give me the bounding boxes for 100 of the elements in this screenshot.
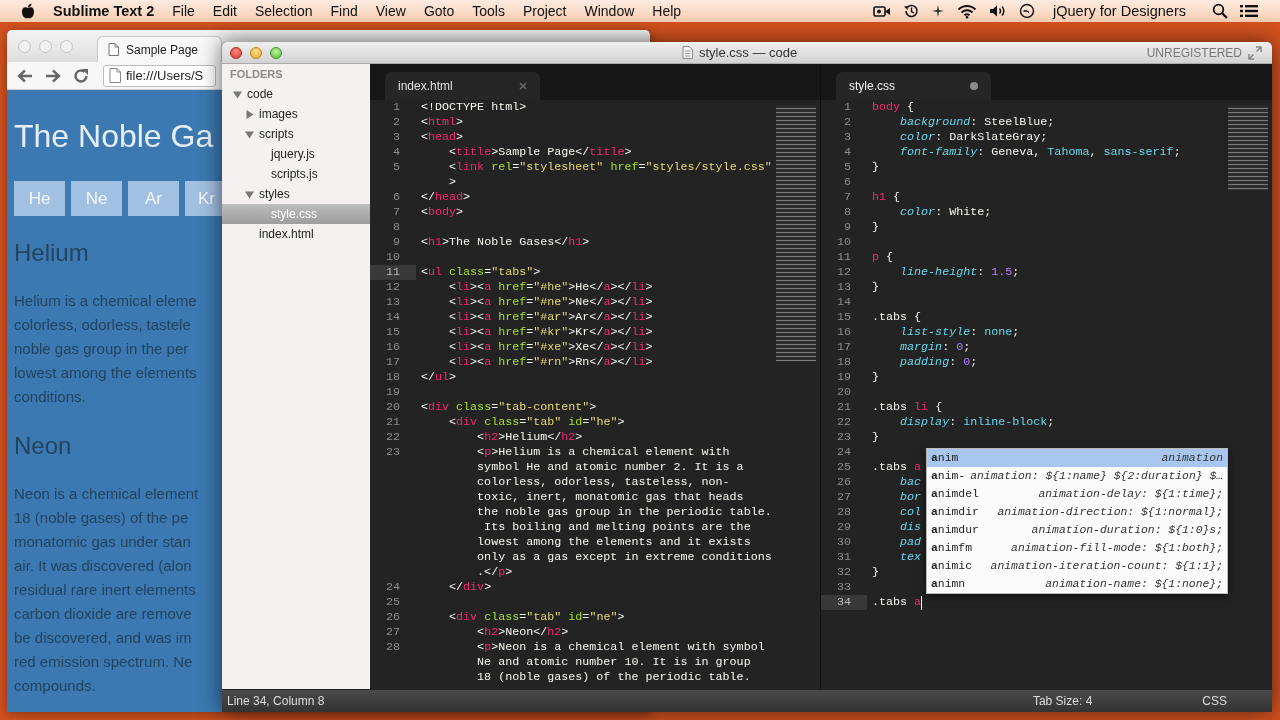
line-number: 17 [384,355,401,370]
menu-item[interactable]: Tools [472,3,505,19]
code-line: } [872,565,879,580]
code-line: </head> [421,190,471,205]
list-icon[interactable] [1240,4,1258,18]
autocomplete-item[interactable]: animfm animation-fill-mode: ${1:both}; [927,539,1227,557]
autocomplete-item[interactable]: anim- animation: ${1:name} ${2:duration} $… [927,467,1227,485]
paragraph-line: lowest among the elements [14,363,197,383]
expand-icon[interactable] [1248,45,1262,60]
disclosure-triangle-icon[interactable] [245,109,254,119]
minimize-button[interactable] [250,46,262,59]
disclosure-triangle-icon[interactable] [245,189,254,199]
code-line: 18 (noble gases) of the periodic table. [476,670,751,685]
autocomplete-item[interactable]: animdir animation-direction: ${1:normal}; [927,503,1227,521]
tree-item[interactable]: scripts.js [222,164,370,184]
search-icon[interactable] [1212,3,1228,19]
syntax-selector[interactable]: CSS [1202,694,1227,708]
line-number: 21 [384,415,401,430]
line-number: 20 [835,385,852,400]
menu-item[interactable]: Find [330,3,358,19]
app-menu[interactable]: Sublime Text 2 [53,3,155,19]
tree-item[interactable]: code [222,84,370,104]
line-number: 8 [392,220,401,235]
reload-icon[interactable] [73,67,89,84]
code-line: line-height: 1.5; [899,265,1020,280]
menu-item[interactable]: Window [584,3,635,19]
code-line: body { [872,100,915,115]
autocomplete-item[interactable]: animdel animation-delay: ${1:time}; [927,485,1227,503]
menu-item[interactable]: Help [652,3,682,19]
tree-item[interactable]: styles [222,184,370,204]
line-number: 1 [392,100,401,115]
autocomplete-item[interactable]: anim animation [927,449,1227,467]
address-field[interactable]: file:///Users/S [103,64,216,87]
line-number: 21 [835,400,852,415]
tree-item[interactable]: jquery.js [222,144,370,164]
line-number: 16 [835,325,852,340]
line-number: 25 [384,595,401,610]
editor-tab[interactable]: index.html [385,72,540,100]
close-button[interactable] [230,46,242,59]
tree-item[interactable]: index.html [222,224,370,244]
browser-tab[interactable]: Sample Page [97,36,222,62]
line-number: 8 [843,205,852,220]
tree-item[interactable]: images [222,104,370,124]
code-line: color: DarkSlateGray; [899,130,1048,145]
line-number: 2 [843,115,852,130]
forward-arrow-icon[interactable] [45,68,61,83]
tab-size-selector[interactable]: Tab Size: 4 [1032,694,1093,708]
code-line: <div class="tab-content"> [421,400,597,415]
tree-item[interactable]: scripts [222,124,370,144]
wifi-icon[interactable] [957,3,978,19]
line-number: 19 [384,385,401,400]
code-line: background: SteelBlue; [899,115,1055,130]
line-number: 6 [392,190,401,205]
line-number: 17 [835,340,852,355]
menu-item[interactable]: Goto [423,3,455,19]
code-line: </div> [448,580,492,595]
code-line: <p>Neon is a chemical element with symbol [476,640,765,655]
code-line: <body> [421,205,464,220]
line-number: 4 [843,145,852,160]
paragraph-line: conditions. [14,387,86,407]
line-number: 31 [835,550,852,565]
line-number: 34 [821,595,867,610]
autocomplete-item[interactable]: animic animation-iteration-count: ${1:1}; [927,557,1227,575]
menu-item[interactable]: File [172,3,195,19]
zoom-button[interactable] [270,46,282,59]
paragraph-line: 18 (noble gases) of the pe [14,508,189,528]
back-arrow-icon[interactable] [17,68,33,83]
line-number: 14 [384,310,401,325]
close-icon[interactable] [519,82,527,90]
autocomplete-item[interactable]: animdur animation-duration: ${1:0}s; [927,521,1227,539]
code-line: font-family: Geneva, Tahoma, sans-serif; [899,145,1181,160]
code-line: col [899,505,922,520]
account-menu[interactable]: jQuery for Designers [1053,3,1186,19]
line-number: 5 [392,160,401,175]
menu-item[interactable]: Selection [254,3,313,19]
code-line: .tabs li { [872,400,943,415]
disclosure-triangle-icon[interactable] [233,89,242,99]
clock-icon[interactable] [1019,3,1036,19]
line-number: 5 [843,160,852,175]
minimap[interactable] [1228,106,1268,191]
autocomplete-item[interactable]: animn animation-name: ${1:none}; [927,575,1227,593]
line-number: 14 [835,295,852,310]
code-line: <li><a href="#rn">Rn</a></li> [448,355,653,370]
line-number: 32 [835,565,852,580]
minimap[interactable] [776,106,816,361]
code-line: <ul class="tabs"> [421,265,541,280]
menu-item[interactable]: Edit [212,3,237,19]
paragraph-line: carbon dioxide are remove [14,604,192,624]
section-heading: Neon [14,431,72,461]
code-line: <h1>The Noble Gases</h1> [421,235,590,250]
video-camera-icon[interactable] [873,4,892,18]
code-line: list-style: none; [899,325,1020,340]
menu-item[interactable]: View [375,3,406,19]
apple-icon[interactable] [21,3,35,19]
menu-item[interactable]: Project [522,3,567,19]
editor-tab[interactable]: style.css [836,72,991,100]
code-line: .tabs a [872,460,922,475]
line-number: 12 [384,280,401,295]
clock-arrow-icon[interactable] [903,3,920,19]
disclosure-triangle-icon[interactable] [245,129,254,139]
